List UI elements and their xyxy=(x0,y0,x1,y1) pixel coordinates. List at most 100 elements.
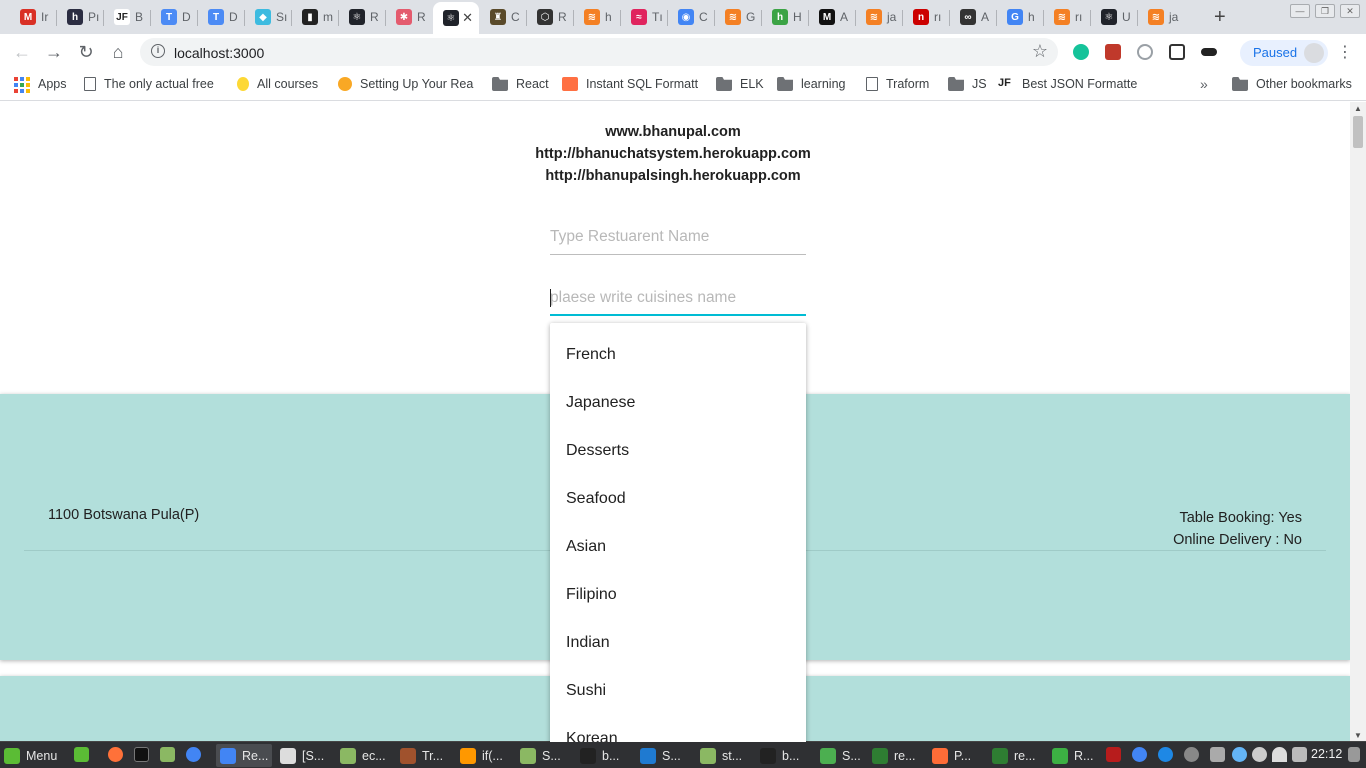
bookmark-item[interactable]: Instant SQL Formatt xyxy=(562,77,698,91)
chat-icon[interactable] xyxy=(1232,747,1247,762)
back-arrow-icon[interactable]: ← xyxy=(10,40,34,64)
scrollbar-thumb[interactable] xyxy=(1353,116,1363,148)
taskbar-window-button[interactable]: Re... xyxy=(216,744,272,767)
url-text[interactable]: localhost:3000 xyxy=(174,45,264,61)
browser-tab[interactable]: ⚛ U xyxy=(1091,4,1137,30)
browser-tab[interactable]: ⚛ R xyxy=(339,4,385,30)
browser-tab[interactable]: Gh xyxy=(997,4,1043,30)
cuisine-field[interactable] xyxy=(550,280,806,316)
browser-tab[interactable]: ≋ ja xyxy=(1138,4,1184,30)
taskbar-window-button[interactable]: if(... xyxy=(456,744,512,767)
taskbar-window-button[interactable]: ec... xyxy=(336,744,392,767)
bookmark-item[interactable]: The only actual free xyxy=(84,77,214,91)
cube-icon[interactable] xyxy=(1169,44,1185,60)
shield-icon[interactable] xyxy=(1106,747,1121,762)
restaurant-name-input[interactable] xyxy=(550,219,806,255)
profile-button[interactable]: Paused xyxy=(1240,40,1328,66)
close-tab-icon[interactable]: ✕ xyxy=(462,10,473,26)
chevron-more-icon[interactable]: » xyxy=(1200,76,1208,92)
browser-tab[interactable]: n rı xyxy=(903,4,949,30)
cuisine-input[interactable] xyxy=(550,280,806,316)
incognito-icon[interactable] xyxy=(1201,48,1217,56)
menu-kebab-icon[interactable]: ⋮ xyxy=(1337,42,1353,62)
browser-tab[interactable]: ◉ C xyxy=(668,4,714,30)
browser-tab[interactable]: ≋ ja xyxy=(856,4,902,30)
browser-tab[interactable]: TD xyxy=(198,4,244,30)
browser-tab[interactable]: ≈ Tı xyxy=(621,4,667,30)
bookmark-item[interactable]: JF Best JSON Formatte xyxy=(998,77,1137,91)
bookmark-item[interactable]: Apps xyxy=(14,77,67,93)
vertical-scrollbar[interactable]: ▲ ▼ xyxy=(1350,102,1366,742)
browser-tab[interactable]: h Pı xyxy=(57,4,103,30)
start-menu-button[interactable]: Menu xyxy=(4,744,57,767)
cuisine-option[interactable]: Indian xyxy=(550,619,806,667)
browser-tab[interactable]: ♜ C xyxy=(480,4,526,30)
clock[interactable]: 22:12 xyxy=(1311,747,1342,761)
browser-tab-active[interactable]: ⚛ ✕ xyxy=(433,2,479,34)
taskbar-window-button[interactable]: S... xyxy=(636,744,692,767)
battery-icon[interactable] xyxy=(1292,747,1307,762)
browser-tab[interactable]: ≋ h xyxy=(574,4,620,30)
site-link[interactable]: http://bhanuchatsystem.herokuapp.com xyxy=(0,143,1346,165)
browser-tab[interactable]: M Ir xyxy=(10,4,56,30)
browser-tab[interactable]: ∞ A xyxy=(950,4,996,30)
notification-icon[interactable] xyxy=(1348,747,1360,762)
extension-icon[interactable] xyxy=(1105,44,1121,60)
restaurant-name-field[interactable] xyxy=(550,219,806,255)
other-bookmarks[interactable]: Other bookmarks xyxy=(1232,77,1352,91)
scroll-up-icon[interactable]: ▲ xyxy=(1354,104,1362,113)
bookmark-item[interactable]: JS xyxy=(948,77,987,91)
user-icon[interactable] xyxy=(1252,747,1267,762)
cuisine-option[interactable]: Asian xyxy=(550,523,806,571)
chrome-icon[interactable] xyxy=(186,747,201,762)
taskbar-window-button[interactable]: b... xyxy=(756,744,812,767)
chrome-tray-icon[interactable] xyxy=(1132,747,1147,762)
taskbar-window-button[interactable]: S... xyxy=(816,744,872,767)
show-desktop-icon[interactable] xyxy=(74,747,89,762)
browser-tab[interactable]: TD xyxy=(151,4,197,30)
cuisine-option[interactable]: Korean xyxy=(550,715,806,742)
minimize-icon[interactable]: — xyxy=(1290,4,1310,18)
terminal-icon[interactable] xyxy=(134,747,149,762)
bluetooth-status-icon[interactable] xyxy=(1184,747,1199,762)
grammarly-icon[interactable] xyxy=(1073,44,1089,60)
site-link[interactable]: www.bhanupal.com xyxy=(0,121,1346,143)
taskbar-window-button[interactable]: [S... xyxy=(276,744,332,767)
new-tab-button[interactable]: + xyxy=(1214,6,1226,29)
bookmark-item[interactable]: Traform xyxy=(866,77,929,91)
bookmark-item[interactable]: All courses xyxy=(237,77,318,91)
bluetooth-icon[interactable] xyxy=(1158,747,1173,762)
firefox-icon[interactable] xyxy=(108,747,123,762)
cuisine-option[interactable]: Sushi xyxy=(550,667,806,715)
timer-icon[interactable] xyxy=(1137,44,1153,60)
taskbar-window-button[interactable]: S... xyxy=(516,744,572,767)
site-info-icon[interactable]: i xyxy=(151,44,165,58)
address-bar[interactable]: i localhost:3000 ☆ xyxy=(140,38,1058,66)
browser-tab[interactable]: MA xyxy=(809,4,855,30)
browser-tab[interactable]: ⬡ R xyxy=(527,4,573,30)
browser-tab[interactable]: ≋ rı xyxy=(1044,4,1090,30)
taskbar-window-button[interactable]: re... xyxy=(988,744,1044,767)
taskbar-window-button[interactable]: b... xyxy=(576,744,632,767)
reload-icon[interactable]: ↻ xyxy=(74,40,98,64)
taskbar-window-button[interactable]: R... xyxy=(1048,744,1104,767)
maximize-icon[interactable]: ❐ xyxy=(1315,4,1335,18)
bookmark-item[interactable]: Setting Up Your Rea xyxy=(338,77,473,91)
home-icon[interactable]: ⌂ xyxy=(106,40,130,64)
taskbar-window-button[interactable]: Tr... xyxy=(396,744,452,767)
site-link[interactable]: http://bhanupalsingh.herokuapp.com xyxy=(0,165,1346,187)
browser-tab[interactable]: ▮ m xyxy=(292,4,338,30)
bookmark-star-icon[interactable]: ☆ xyxy=(1032,41,1048,62)
browser-tab[interactable]: hH xyxy=(762,4,808,30)
cuisine-option[interactable]: Japanese xyxy=(550,379,806,427)
folder-icon[interactable] xyxy=(160,747,175,762)
cuisine-option[interactable]: Seafood xyxy=(550,475,806,523)
tools-icon[interactable] xyxy=(1210,747,1225,762)
taskbar-window-button[interactable]: st... xyxy=(696,744,752,767)
browser-tab[interactable]: ✱ R xyxy=(386,4,432,30)
bookmark-item[interactable]: ELK xyxy=(716,77,764,91)
taskbar-window-button[interactable]: P... xyxy=(928,744,984,767)
scroll-down-icon[interactable]: ▼ xyxy=(1354,731,1362,740)
cuisine-option[interactable]: French xyxy=(550,331,806,379)
cuisine-option[interactable]: Desserts xyxy=(550,427,806,475)
